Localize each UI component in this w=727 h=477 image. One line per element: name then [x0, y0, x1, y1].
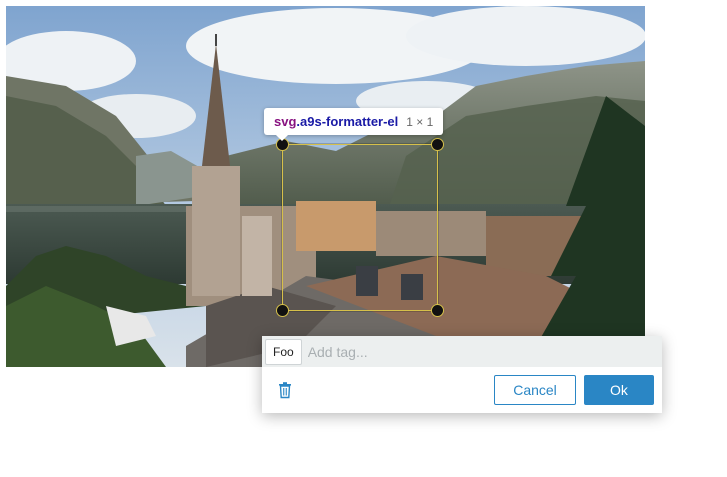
tag-chip[interactable]: Foo: [265, 338, 302, 365]
ok-button[interactable]: Ok: [584, 375, 654, 405]
resize-handle-top-right[interactable]: [431, 138, 444, 151]
tooltip-selector: svg.a9s-formatter-el: [274, 113, 398, 131]
annotation-editor: Foo Cancel Ok: [262, 336, 662, 413]
resize-handle-bottom-right[interactable]: [431, 304, 444, 317]
trash-icon[interactable]: [276, 381, 294, 399]
tooltip-dimensions: 1 × 1: [406, 114, 434, 129]
element-inspector-tooltip: svg.a9s-formatter-el 1 × 1: [264, 108, 444, 141]
tooltip-tag-name: svg: [274, 113, 297, 129]
tag-input[interactable]: [307, 338, 558, 365]
editor-footer: Cancel Ok: [262, 367, 662, 413]
cancel-button[interactable]: Cancel: [494, 375, 576, 405]
tooltip-class-name: .a9s-formatter-el: [296, 113, 399, 129]
tag-widget: Foo: [262, 336, 662, 367]
resize-handle-bottom-left[interactable]: [276, 304, 289, 317]
selection-rectangle[interactable]: [276, 138, 444, 317]
